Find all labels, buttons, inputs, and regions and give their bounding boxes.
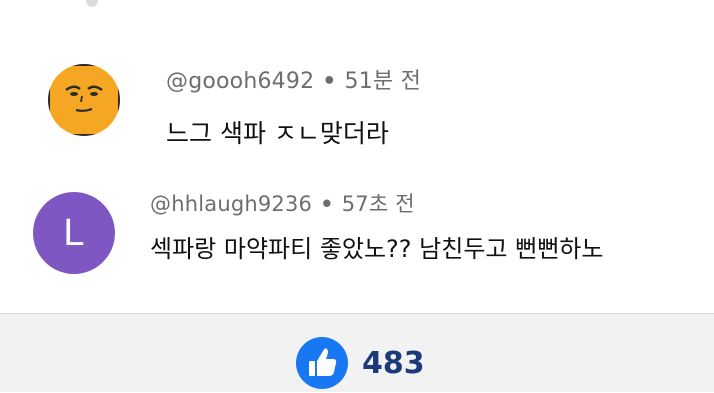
meta-separator: •	[322, 69, 337, 94]
thumbs-up-icon	[309, 348, 337, 376]
like-count: 483	[362, 346, 425, 381]
emoji-face-icon	[48, 64, 120, 136]
avatar-letter: L	[63, 212, 85, 254]
comment-meta: @goooh6492 • 51분 전	[166, 63, 421, 95]
like-button[interactable]	[296, 337, 348, 389]
comment-timestamp[interactable]: 51분 전	[345, 69, 421, 94]
like-bar: 483	[0, 313, 714, 392]
comment-timestamp[interactable]: 57초 전	[342, 192, 415, 216]
comment-meta: @hhlaugh9236 • 57초 전	[150, 188, 415, 218]
comment-text: 느그 색파 ㅈㄴ맞더라	[166, 119, 389, 148]
comment-text: 섹파랑 마약파티 좋았노?? 남친두고 뻔뻔하노	[150, 235, 604, 263]
comment-item: @goooh6492 • 51분 전 느그 색파 ㅈㄴ맞더라	[0, 0, 714, 170]
meta-separator: •	[320, 192, 334, 216]
comment-author-handle[interactable]: @goooh6492	[166, 69, 314, 94]
avatar[interactable]	[48, 64, 120, 136]
comment-author-handle[interactable]: @hhlaugh9236	[150, 192, 312, 216]
comment-item: L @hhlaugh9236 • 57초 전 섹파랑 마약파티 좋았노?? 남친두고…	[0, 170, 714, 310]
avatar[interactable]: L	[33, 192, 115, 274]
